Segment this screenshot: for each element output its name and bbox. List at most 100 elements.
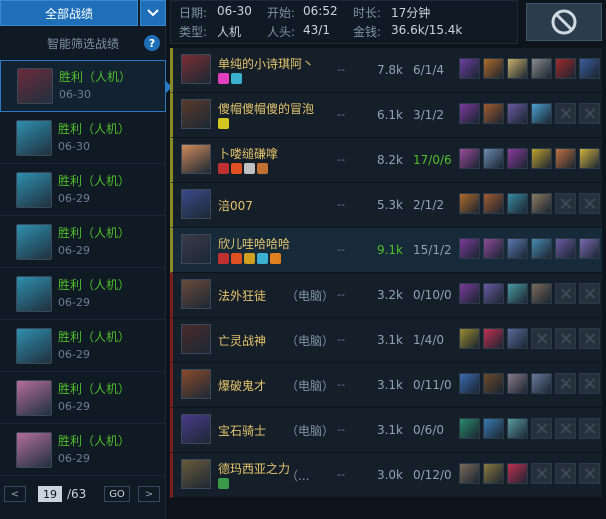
item-icon[interactable]: [507, 328, 528, 349]
item-icon[interactable]: [555, 148, 576, 169]
item-icon[interactable]: [531, 373, 552, 394]
item-icon[interactable]: [459, 463, 480, 484]
block-button[interactable]: [526, 3, 602, 41]
item-icon[interactable]: [459, 103, 480, 124]
smart-filter-link[interactable]: 智能筛选战绩 ?: [0, 30, 166, 56]
empty-item-slot-icon: [579, 283, 600, 304]
item-icon[interactable]: [555, 58, 576, 79]
player-name[interactable]: 卜喽缒磏嗱: [218, 145, 278, 162]
item-icon[interactable]: [483, 148, 504, 169]
player-hero-avatar[interactable]: [181, 279, 211, 309]
player-row[interactable]: 爆破鬼才 （电脑） -- 3.1k 0/11/0: [170, 363, 602, 408]
player-name[interactable]: 亡灵战神: [218, 332, 266, 349]
player-kda: 0/10/0: [413, 288, 452, 302]
empty-item-slot-icon: [555, 373, 576, 394]
item-icon[interactable]: [531, 103, 552, 124]
item-icon[interactable]: [507, 193, 528, 214]
item-icon[interactable]: [483, 283, 504, 304]
start-value: 06:52: [303, 4, 338, 18]
player-row[interactable]: 法外狂徒 （电脑） -- 3.2k 0/10/0: [170, 273, 602, 318]
item-icon[interactable]: [507, 463, 528, 484]
item-icon[interactable]: [483, 193, 504, 214]
item-icon[interactable]: [483, 463, 504, 484]
chevron-down-icon[interactable]: [140, 0, 166, 26]
player-name[interactable]: 宝石骑士: [218, 422, 266, 439]
item-icon[interactable]: [459, 373, 480, 394]
player-row[interactable]: 德玛西亚之力 （... -- 3.0k 0/12/0: [170, 453, 602, 498]
item-icon[interactable]: [507, 373, 528, 394]
item-icon[interactable]: [507, 103, 528, 124]
next-page-button[interactable]: >: [138, 486, 160, 502]
player-hero-avatar[interactable]: [181, 234, 211, 264]
match-list-item[interactable]: 胜利（人机） 06-29: [0, 216, 166, 268]
item-icon[interactable]: [459, 328, 480, 349]
match-list-item[interactable]: 胜利（人机） 06-29: [0, 320, 166, 372]
item-icon[interactable]: [507, 58, 528, 79]
player-row[interactable]: 涪007 -- 5.3k 2/1/2: [170, 183, 602, 228]
match-list-item[interactable]: 胜利（人机） 06-29: [0, 372, 166, 424]
item-icon[interactable]: [459, 418, 480, 439]
item-icon[interactable]: [531, 283, 552, 304]
item-icon[interactable]: [459, 193, 480, 214]
filter-dropdown[interactable]: 全部战绩: [0, 0, 138, 26]
go-button[interactable]: GO: [104, 486, 130, 502]
player-name[interactable]: 傻帽傻帽傻的冒泡: [218, 100, 314, 117]
item-icon[interactable]: [459, 148, 480, 169]
item-icon[interactable]: [483, 58, 504, 79]
match-list-item[interactable]: 胜利（人机） 06-30: [0, 60, 172, 112]
prev-page-button[interactable]: <: [4, 486, 26, 502]
match-list-item[interactable]: 胜利（人机） 06-29: [0, 268, 166, 320]
item-icon[interactable]: [531, 58, 552, 79]
player-hero-avatar[interactable]: [181, 324, 211, 354]
badge-icon: [257, 253, 268, 264]
item-icon[interactable]: [483, 103, 504, 124]
help-icon[interactable]: ?: [144, 35, 160, 51]
item-icon[interactable]: [483, 238, 504, 259]
item-icon[interactable]: [579, 58, 600, 79]
match-result: 胜利: [58, 121, 83, 136]
item-icon[interactable]: [555, 238, 576, 259]
player-name[interactable]: 涪007: [218, 197, 253, 214]
player-hero-avatar[interactable]: [181, 369, 211, 399]
item-icon[interactable]: [483, 418, 504, 439]
item-icon[interactable]: [507, 148, 528, 169]
player-name[interactable]: 欣儿哇哈哈哈: [218, 235, 290, 252]
player-hero-avatar[interactable]: [181, 459, 211, 489]
player-hero-avatar[interactable]: [181, 144, 211, 174]
player-row[interactable]: 傻帽傻帽傻的冒泡 -- 6.1k 3/1/2: [170, 93, 602, 138]
player-name[interactable]: 单纯的小诗琪阿丶: [218, 55, 314, 72]
player-hero-avatar[interactable]: [181, 189, 211, 219]
item-icon[interactable]: [459, 283, 480, 304]
player-badges: [218, 163, 268, 174]
player-row[interactable]: 单纯的小诗琪阿丶 -- 7.8k 6/1/4: [170, 48, 602, 93]
match-list-item[interactable]: 胜利（人机） 06-29: [0, 164, 166, 216]
player-row[interactable]: 欣儿哇哈哈哈 -- 9.1k 15/1/2: [170, 228, 602, 273]
item-icon[interactable]: [459, 238, 480, 259]
item-icon[interactable]: [507, 283, 528, 304]
player-rank: --: [337, 423, 345, 436]
player-hero-avatar[interactable]: [181, 99, 211, 129]
item-icon[interactable]: [507, 418, 528, 439]
player-name[interactable]: 爆破鬼才: [218, 377, 266, 394]
item-icon[interactable]: [579, 148, 600, 169]
player-name[interactable]: 德玛西亚之力: [218, 460, 290, 477]
item-icon[interactable]: [483, 328, 504, 349]
player-name[interactable]: 法外狂徒: [218, 287, 266, 304]
item-icon[interactable]: [531, 238, 552, 259]
match-list-item[interactable]: 胜利（人机） 06-29: [0, 424, 166, 476]
item-icon[interactable]: [459, 58, 480, 79]
player-hero-avatar[interactable]: [181, 54, 211, 84]
player-row[interactable]: 亡灵战神 （电脑） -- 3.1k 1/4/0: [170, 318, 602, 363]
player-hero-avatar[interactable]: [181, 414, 211, 444]
match-texts: 胜利（人机） 06-29: [58, 277, 130, 311]
player-row[interactable]: 宝石骑士 （电脑） -- 3.1k 0/6/0: [170, 408, 602, 453]
player-row[interactable]: 卜喽缒磏嗱 -- 8.2k 17/0/6: [170, 138, 602, 183]
item-icon[interactable]: [507, 238, 528, 259]
item-icon[interactable]: [531, 148, 552, 169]
item-icon[interactable]: [579, 238, 600, 259]
item-icon[interactable]: [531, 193, 552, 214]
page-number-input[interactable]: 19: [38, 486, 62, 502]
type-value: 人机: [217, 25, 242, 39]
item-icon[interactable]: [483, 373, 504, 394]
match-list-item[interactable]: 胜利（人机） 06-30: [0, 112, 166, 164]
